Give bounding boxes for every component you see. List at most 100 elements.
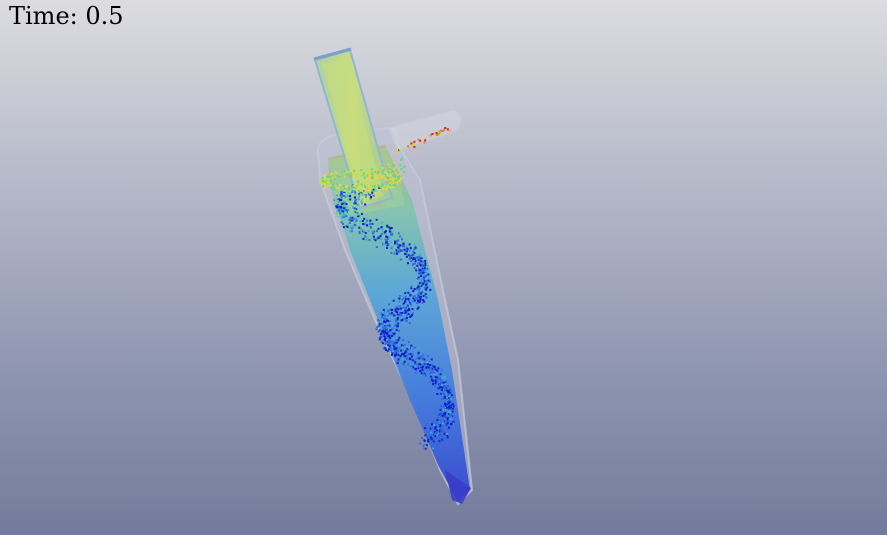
particle [383,171,386,174]
particle [371,170,374,172]
particle [363,217,366,220]
particle [388,226,391,229]
particle [364,170,367,173]
particle [425,274,428,277]
particle [362,223,365,225]
particle [390,245,393,248]
particle [426,286,429,289]
particle [343,170,346,173]
particle [434,368,437,371]
particle [409,247,412,250]
particle [416,277,419,280]
particle [371,232,374,235]
particle [378,338,381,341]
particle [395,360,398,363]
particle [404,253,407,255]
particle [381,342,384,345]
particle [424,262,427,265]
particle [394,308,397,311]
particle [398,248,401,251]
particle [346,209,349,212]
particle [425,270,428,272]
particle [354,191,357,194]
particle [411,355,413,358]
particle [379,336,382,339]
particle [346,221,349,224]
particle [379,174,382,177]
particle [402,302,405,305]
particle [412,297,415,300]
particle [370,230,373,233]
particle [386,306,389,309]
particle [400,171,403,174]
particle [403,244,405,247]
particle [438,384,441,387]
particle [418,355,421,358]
particle [420,275,422,278]
particle [437,387,440,390]
particle [349,174,351,177]
particle [399,355,402,357]
particle [395,179,398,182]
particle [387,163,390,166]
particle [395,347,398,350]
particle [334,171,337,174]
particle [360,169,363,172]
3d-viewport[interactable] [0,0,887,535]
particle [410,253,413,256]
particle [436,134,438,136]
particle [397,177,400,180]
particle [363,193,366,196]
particle [365,188,368,191]
particle [400,159,403,161]
particle [431,132,434,135]
particle [440,369,443,372]
particle [364,185,367,188]
particle [444,420,447,423]
particle [426,363,429,366]
particle [345,215,348,218]
particle [409,293,412,296]
particle [417,293,420,296]
particle [337,186,340,189]
particle [360,200,363,203]
particle [405,311,408,314]
particle [369,242,372,245]
particle [408,257,411,260]
particle [369,174,372,177]
particle [434,446,437,449]
particle [365,196,367,199]
particle [412,250,415,253]
particle [402,242,405,245]
particle [408,243,411,246]
particle [403,166,406,168]
particle [413,267,416,269]
particle [324,177,327,180]
particle [446,417,449,420]
particle [386,324,389,327]
particle [375,232,378,235]
particle [361,202,363,205]
particle [421,368,424,371]
particle [406,357,409,360]
particle [439,429,442,432]
particle [376,230,378,233]
particle [437,436,440,439]
particle [389,348,392,351]
particle [395,231,398,234]
particle [444,438,447,441]
particle [398,168,401,170]
particle [404,300,406,303]
particle [391,336,394,339]
particle [344,189,347,192]
particle [360,188,363,191]
particle [417,262,420,265]
particle [350,189,353,192]
particle [447,411,450,413]
particle [355,219,358,222]
particle [338,175,341,178]
particle [393,314,396,317]
particle [417,351,420,354]
particle [424,293,427,296]
particle [344,185,347,188]
